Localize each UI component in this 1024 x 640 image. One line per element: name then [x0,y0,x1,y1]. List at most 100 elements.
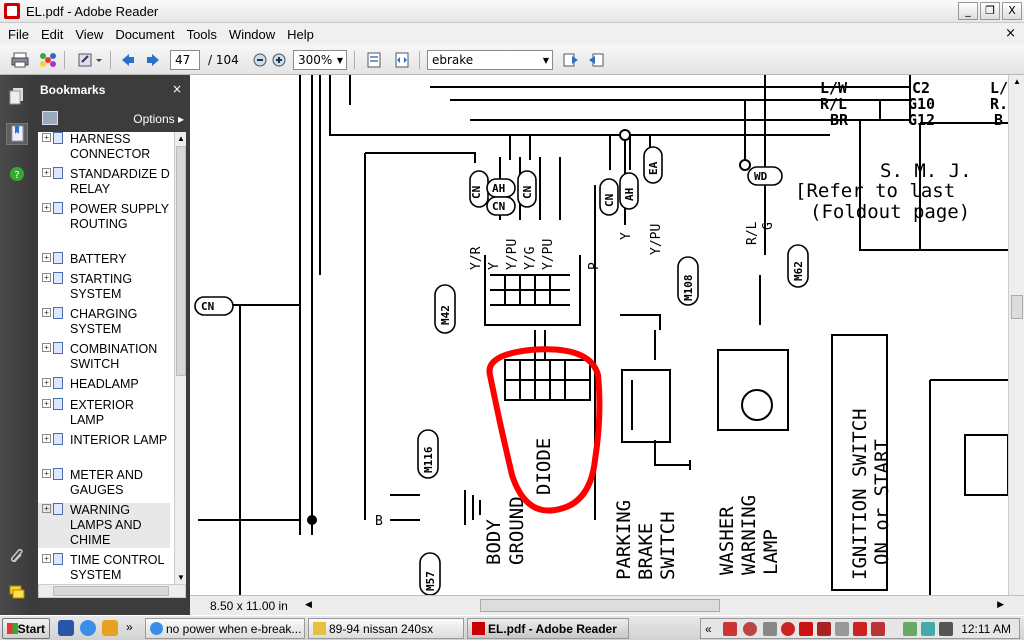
sign-icon[interactable] [76,50,104,70]
bookmark-item[interactable]: + POWER SUPPLY ROUTING [38,202,170,232]
document-scroll-thumb[interactable] [1011,295,1023,319]
security-icon[interactable] [921,622,935,636]
start-button[interactable]: Start [2,618,50,639]
tray-app-icon[interactable] [723,622,737,636]
task-adobe-reader[interactable]: EL.pdf - Adobe Reader [467,618,629,639]
bookmark-item[interactable]: + EXTERIOR LAMP [38,398,170,428]
tray-app-icon[interactable] [743,622,757,636]
menu-tools[interactable]: Tools [181,27,223,42]
bookmarks-icon[interactable] [6,123,28,145]
bookmark-item[interactable]: + STARTING SYSTEM [38,272,170,302]
document-hscroll-thumb[interactable] [480,599,720,612]
connector-m116: M116 [422,446,435,473]
previous-page-icon[interactable] [118,50,138,70]
quicklaunch-overflow-icon[interactable]: » [126,620,133,634]
find-previous-icon[interactable] [561,50,581,70]
pages-icon[interactable] [6,85,28,107]
tray-app-icon[interactable] [781,622,795,636]
task-folder[interactable]: 89-94 nissan 240sx [308,618,464,639]
tray-app-icon[interactable] [835,622,849,636]
bookmark-item[interactable]: + STANDARDIZE D RELAY [38,167,170,197]
bookmark-hscrollbar[interactable] [38,584,186,598]
bookmark-item[interactable]: + COMBINATION SWITCH [38,342,170,372]
ignition-label: IGNITION SWITCH [849,408,871,580]
connector-cn-4: CN [603,194,616,207]
collaborate-icon[interactable] [38,50,58,70]
bookmark-item-selected[interactable]: + WARNING LAMPS AND CHIME [38,503,170,548]
connector-m57: M57 [424,571,437,591]
next-page-icon[interactable] [143,50,163,70]
volume-icon[interactable] [939,622,953,636]
close-button[interactable]: X [1002,2,1022,20]
bookmark-item[interactable]: + INTERIOR LAMP [38,433,170,448]
options-menu[interactable]: Options ▸ [133,112,184,126]
wire-b: B [375,514,383,529]
menu-edit[interactable]: Edit [35,27,69,42]
fit-page-icon[interactable] [364,50,384,70]
page-size: 8.50 x 11.00 in [210,599,288,613]
menu-document[interactable]: Document [109,27,180,42]
bookmark-scroll-thumb[interactable] [176,146,186,376]
fit-width-icon[interactable] [392,50,412,70]
expand-bookmark-icon[interactable] [42,111,58,125]
scroll-up-icon[interactable]: ▲ [177,134,185,143]
restore-button[interactable]: ❐ [980,2,1000,20]
bookmark-item[interactable]: + CHARGING SYSTEM [38,307,170,337]
tray-app-icon[interactable] [853,622,867,636]
wire-rl: R/L [745,221,760,245]
menu-help[interactable]: Help [281,27,320,42]
tray-app-icon[interactable] [763,622,777,636]
close-panel-icon[interactable]: × [172,82,182,96]
attachments-icon[interactable] [6,545,28,567]
wire-ypu: Y/PU [505,239,520,270]
help-icon[interactable]: ? [6,163,28,185]
connector-ah-1: AH [492,182,505,195]
scroll-up-icon[interactable]: ▲ [1013,77,1021,86]
tray-app-icon[interactable] [799,622,813,636]
scroll-right-icon[interactable]: ▶ [997,599,1004,610]
lamp-label: LAMP [760,529,782,575]
task-browser[interactable]: no power when e-break... [145,618,305,639]
zoom-select[interactable]: 300% ▼ [293,50,347,70]
comments-icon[interactable] [6,581,28,603]
brake-label: BRAKE [635,523,657,580]
scroll-down-icon[interactable]: ▼ [177,573,185,582]
menu-view[interactable]: View [69,27,109,42]
zoom-value: 300% [298,53,333,67]
bookmark-item[interactable]: + HEADLAMP [38,377,170,392]
network-icon[interactable] [903,622,917,636]
print-icon[interactable] [10,50,30,70]
show-desktop-icon[interactable] [58,620,74,636]
tray-app-icon[interactable] [817,622,831,636]
zoom-out-icon[interactable] [250,50,270,70]
wire-ypu-3: Y/PU [649,224,664,255]
tray-app-icon[interactable] [871,622,885,636]
tray-expand-icon[interactable]: « [705,622,712,636]
scroll-left-icon[interactable]: ◀ [305,599,312,610]
wire-y: Y [487,262,502,270]
document-view[interactable]: L/W R/L BR C2 G10 G12 L/ R. B S. M. J. [… [190,75,1008,595]
menu-file[interactable]: File [2,27,35,42]
bookmark-hscroll-thumb[interactable] [53,586,169,596]
minimize-button[interactable]: _ [958,2,978,20]
zoom-in-icon[interactable] [269,50,289,70]
clock[interactable]: 12:11 AM [961,622,1011,636]
document-vscrollbar[interactable]: ▲ [1008,75,1024,595]
bookmark-scrollbar[interactable]: ▲ ▼ [174,132,186,584]
menu-window[interactable]: Window [223,27,281,42]
search-input[interactable]: ebrake ▼ [427,50,553,70]
page-number-input[interactable]: 47 [170,50,200,70]
wiring-diagram: L/W R/L BR C2 G10 G12 L/ R. B S. M. J. [… [194,75,1008,595]
bookmark-item[interactable]: + HARNESS CONNECTOR [38,132,170,162]
internet-explorer-icon[interactable] [80,620,96,636]
status-bar: 8.50 x 11.00 in ◀ ▶ [190,595,1024,615]
bookmark-item[interactable]: + METER AND GAUGES [38,468,170,498]
media-player-icon[interactable] [102,620,118,636]
ground-label: GROUND [506,496,528,565]
bookmark-item[interactable]: + TIME CONTROL SYSTEM [38,553,170,583]
close-document-icon[interactable]: × [1005,26,1016,41]
find-next-icon[interactable] [586,50,606,70]
svg-text:?: ? [14,170,19,181]
bookmark-item[interactable]: + BATTERY [38,252,170,267]
window-controls: _ ❐ X [958,2,1022,20]
